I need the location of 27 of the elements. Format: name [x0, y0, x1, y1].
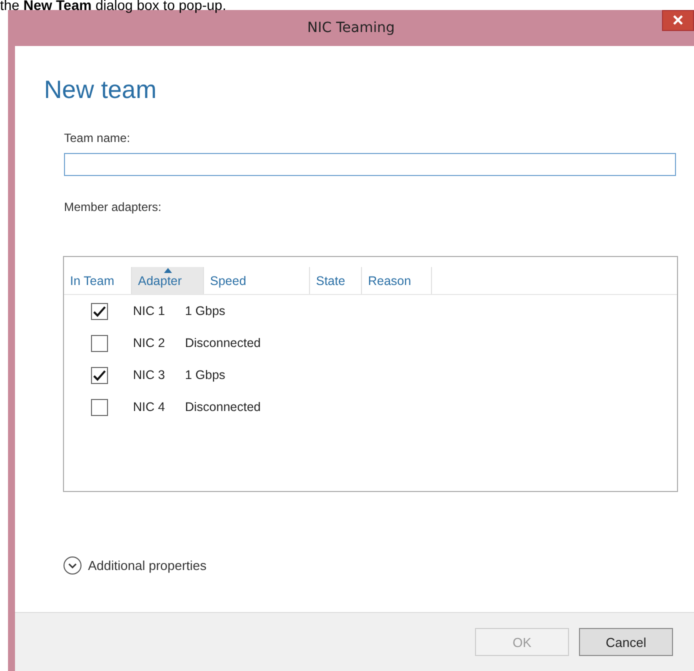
table-cell-text: NIC 3	[133, 368, 166, 382]
checkbox[interactable]	[91, 334, 108, 352]
column-header[interactable]: Adapter	[132, 267, 204, 294]
column-header[interactable]: Reason	[362, 267, 432, 294]
table-cell: 1 Gbps	[185, 304, 226, 318]
additional-properties-toggle[interactable]: Additional properties	[63, 556, 207, 575]
table-cell-text: NIC 4	[133, 400, 166, 414]
checkbox[interactable]	[91, 398, 108, 416]
table-cell: Disconnected	[185, 400, 261, 414]
field-label: Team name:	[64, 131, 132, 145]
checkbox[interactable]	[91, 366, 108, 384]
checkbox[interactable]	[91, 302, 108, 320]
window-title: NIC Teaming	[307, 20, 395, 36]
dialog-heading: New team	[44, 76, 158, 105]
sort-arrow-icon	[164, 268, 172, 273]
section-label: Member adapters:	[64, 200, 162, 214]
table-cell: 1 Gbps	[185, 368, 226, 382]
table-cell: Disconnected	[185, 336, 261, 350]
column-header[interactable]: State	[310, 267, 362, 294]
chevron-icon	[63, 556, 82, 575]
team-name-field[interactable]	[64, 153, 676, 176]
close-icon	[673, 15, 683, 25]
table-cell-text: NIC 1	[133, 304, 166, 318]
dialog-button[interactable]: Cancel	[579, 628, 673, 656]
table-cell-text: NIC 2	[133, 336, 166, 350]
column-header[interactable]: Speed	[204, 267, 310, 294]
close-button[interactable]	[662, 10, 694, 31]
